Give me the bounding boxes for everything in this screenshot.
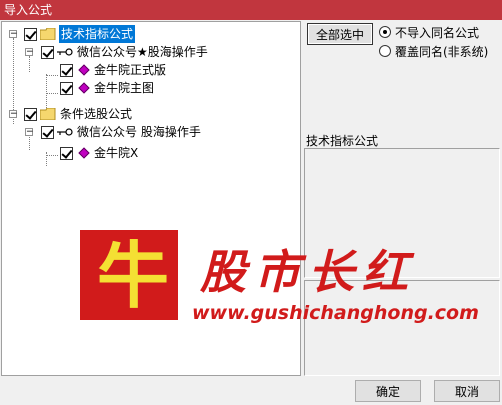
formula-diamond-icon: [78, 147, 90, 159]
node-checkbox[interactable]: [60, 82, 73, 95]
select-all-button[interactable]: 全部选中: [307, 23, 373, 45]
node-checkbox[interactable]: [24, 108, 37, 121]
no-import-duplicate-label[interactable]: 不导入同名公式: [395, 24, 479, 41]
tree-node-technical-formulas[interactable]: − 技术指标公式: [2, 25, 300, 43]
tree-node-formula-main-chart[interactable]: 金牛院主图: [2, 79, 300, 97]
detail-title: 技术指标公式: [306, 134, 379, 148]
tree-node-wechat-account-2[interactable]: − 微信公众号 股海操作手: [2, 123, 300, 141]
collapse-toggle-icon[interactable]: −: [9, 110, 18, 119]
tree-node-label[interactable]: 微信公众号 股海操作手: [77, 123, 201, 141]
tree-node-label[interactable]: 条件选股公式: [60, 105, 132, 123]
tree-node-label[interactable]: 金牛院正式版: [94, 61, 166, 79]
watermark-url: www.gushichanghong.com: [192, 302, 479, 324]
cancel-button[interactable]: 取消: [434, 380, 500, 402]
collapse-toggle-icon[interactable]: −: [25, 128, 34, 137]
no-import-duplicate-radio[interactable]: [379, 26, 391, 38]
node-checkbox[interactable]: [24, 28, 37, 41]
tree-node-label[interactable]: 金牛院主图: [94, 79, 154, 97]
tree-node-selection-formulas[interactable]: − 条件选股公式: [2, 105, 300, 123]
node-checkbox[interactable]: [41, 46, 54, 59]
tree-node-label[interactable]: 技术指标公式: [59, 25, 136, 43]
node-checkbox[interactable]: [41, 126, 54, 139]
watermark: 牛 股市长红 www.gushichanghong.com: [80, 222, 479, 332]
tree-node-wechat-account[interactable]: − 微信公众号★股海操作手: [2, 43, 300, 61]
node-checkbox[interactable]: [60, 64, 73, 77]
key-icon: [57, 128, 73, 136]
tree-node-label[interactable]: 金牛院X: [94, 144, 138, 162]
collapse-toggle-icon[interactable]: −: [25, 48, 34, 57]
tree-node-formula-x[interactable]: 金牛院X: [2, 144, 300, 162]
watermark-brand: 股市长红: [200, 245, 416, 299]
overwrite-duplicate-radio[interactable]: [379, 45, 391, 57]
formula-diamond-icon: [78, 64, 90, 76]
watermark-logo-char: 牛: [96, 233, 169, 318]
window-title: 导入公式: [4, 3, 53, 17]
title-bar: 导入公式: [0, 0, 502, 20]
ok-button[interactable]: 确定: [355, 380, 421, 402]
formula-diamond-icon: [78, 82, 90, 94]
tree-node-label[interactable]: 微信公众号★股海操作手: [77, 43, 208, 61]
node-checkbox[interactable]: [60, 147, 73, 160]
key-icon: [57, 48, 73, 56]
folder-icon: [40, 108, 56, 120]
overwrite-duplicate-label[interactable]: 覆盖同名(非系统): [395, 43, 488, 60]
folder-icon: [40, 28, 56, 40]
collapse-toggle-icon[interactable]: −: [9, 30, 18, 39]
tree-node-formula-official[interactable]: 金牛院正式版: [2, 61, 300, 79]
